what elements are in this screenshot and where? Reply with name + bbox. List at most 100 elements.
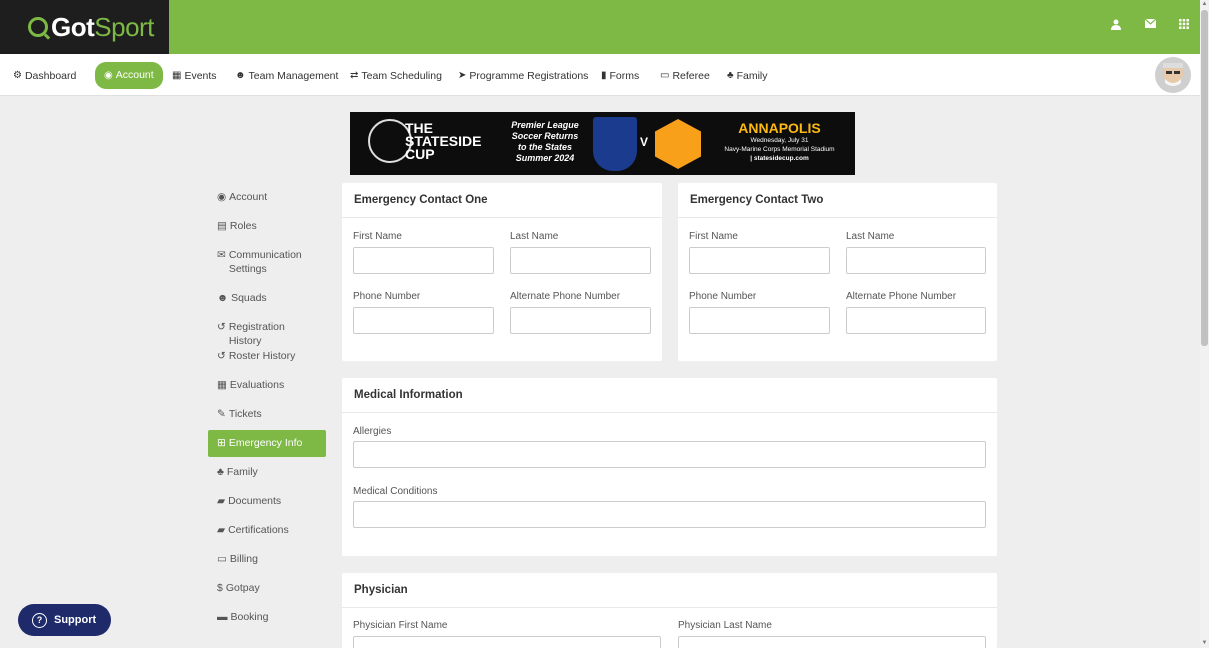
banner-tagline: Premier League Soccer Returns to the Sta… xyxy=(511,120,579,163)
page-scrollbar[interactable]: ▲ ▼ xyxy=(1200,0,1209,648)
banner-title: THE STATESIDE CUP xyxy=(405,120,482,162)
contact-one-alt-phone-input[interactable] xyxy=(510,307,651,334)
bed-icon: ▬ xyxy=(217,611,228,623)
nav-family[interactable]: ♣ Family xyxy=(727,65,767,87)
id-card-icon: ▤ xyxy=(217,220,227,232)
field-label: Phone Number xyxy=(689,291,757,302)
panel-title: Physician xyxy=(342,573,997,608)
account-side-menu: ◉ Account ▤ Roles ✉ Communication Settings … xyxy=(208,183,326,632)
field-label: Last Name xyxy=(510,231,559,242)
contact-two-alt-phone-input[interactable] xyxy=(846,307,986,334)
field-label: Last Name xyxy=(846,231,895,242)
gotsport-logo[interactable]: GotSport xyxy=(0,0,169,54)
nav-team-management[interactable]: ☻ Team Management xyxy=(235,65,338,87)
side-item-billing[interactable]: ▭ Billing xyxy=(208,545,326,574)
main-nav: ⚙ Dashboard ◉ Account ▦ Events ☻ Team Manage… xyxy=(0,54,1200,96)
calendar-check-icon: ▦ xyxy=(217,379,227,391)
stateside-cup-banner[interactable]: THE STATESIDE CUP Premier League Soccer … xyxy=(350,112,855,175)
field-label: Alternate Phone Number xyxy=(510,291,621,302)
envelope-icon: ✉ xyxy=(217,249,226,261)
scroll-down-arrow-icon[interactable]: ▼ xyxy=(1200,639,1209,648)
side-item-squads[interactable]: ☻ Squads xyxy=(208,284,326,313)
side-item-documents[interactable]: ▰ Documents xyxy=(208,487,326,516)
exchange-icon: ⇄ xyxy=(350,70,359,81)
emergency-contact-two-panel: Emergency Contact Two First Name Last Na… xyxy=(678,183,997,361)
panel-title: Medical Information xyxy=(342,378,997,413)
contact-one-last-name-input[interactable] xyxy=(510,247,651,274)
users-icon: ☻ xyxy=(217,292,229,304)
calendar-icon: ▭ xyxy=(660,70,670,81)
history-icon: ↺ xyxy=(217,321,226,333)
physician-last-name-input[interactable] xyxy=(678,636,986,648)
contact-two-first-name-input[interactable] xyxy=(689,247,830,274)
folder-icon: ▰ xyxy=(217,495,226,507)
top-header: GotSport xyxy=(0,0,1200,54)
folder-icon: ▰ xyxy=(217,524,226,536)
nav-account[interactable]: ◉ Account xyxy=(95,62,163,89)
contact-one-phone-input[interactable] xyxy=(353,307,494,334)
users-icon: ☻ xyxy=(235,70,246,81)
side-item-registration-history[interactable]: ↺ Registration History xyxy=(208,313,326,347)
contact-two-last-name-input[interactable] xyxy=(846,247,986,274)
sitemap-icon: ♣ xyxy=(727,70,734,81)
physician-panel: Physician Physician First Name Physician… xyxy=(342,573,997,648)
physician-first-name-input[interactable] xyxy=(353,636,661,648)
side-item-emergency-info[interactable]: ⊞ Emergency Info xyxy=(208,430,326,457)
file-icon: ▮ xyxy=(601,70,607,81)
side-item-evaluations[interactable]: ▦ Evaluations xyxy=(208,371,326,400)
paper-plane-icon: ➤ xyxy=(458,70,467,81)
nav-events[interactable]: ▦ Events xyxy=(172,65,217,87)
side-item-communication-settings[interactable]: ✉ Communication Settings xyxy=(208,241,326,284)
calendar-icon: ▦ xyxy=(172,70,182,81)
credit-card-icon: ▭ xyxy=(217,553,227,565)
field-label: Phone Number xyxy=(353,291,421,302)
user-circle-icon: ◉ xyxy=(104,70,113,81)
banner-event-info: ANNAPOLIS Wednesday, July 31 Navy-Marine… xyxy=(724,120,835,162)
avatar[interactable] xyxy=(1155,57,1191,93)
nav-forms[interactable]: ▮ Forms xyxy=(601,65,639,87)
field-label: Medical Conditions xyxy=(353,486,438,497)
scroll-up-arrow-icon[interactable]: ▲ xyxy=(1200,0,1209,9)
nav-programme-registrations[interactable]: ➤ Programme Registrations xyxy=(458,65,588,87)
side-item-tickets[interactable]: ✎ Tickets xyxy=(208,400,326,429)
dollar-icon: $ xyxy=(217,582,223,594)
field-label: Physician First Name xyxy=(353,620,448,631)
side-item-gotpay[interactable]: $ Gotpay xyxy=(208,574,326,603)
plus-square-icon: ⊞ xyxy=(217,437,226,449)
help-circle-icon: ? xyxy=(32,612,47,628)
support-button[interactable]: ? Support xyxy=(18,604,111,636)
panel-title: Emergency Contact Two xyxy=(678,183,997,218)
emergency-contact-one-panel: Emergency Contact One First Name Last Na… xyxy=(342,183,662,361)
allergies-input[interactable] xyxy=(353,441,986,468)
nav-dashboard[interactable]: ⚙ Dashboard xyxy=(13,65,76,87)
contact-two-phone-input[interactable] xyxy=(689,307,830,334)
field-label: First Name xyxy=(689,231,738,242)
side-item-roles[interactable]: ▤ Roles xyxy=(208,212,326,241)
medical-conditions-input[interactable] xyxy=(353,501,986,528)
sitemap-icon: ♣ xyxy=(217,466,224,478)
grid-icon[interactable] xyxy=(1178,19,1190,31)
side-item-certifications[interactable]: ▰ Certifications xyxy=(208,516,326,545)
ticket-icon: ✎ xyxy=(217,408,226,420)
field-label: First Name xyxy=(353,231,402,242)
side-item-family[interactable]: ♣ Family xyxy=(208,458,326,487)
side-item-booking[interactable]: ▬ Booking xyxy=(208,603,326,632)
user-icon[interactable] xyxy=(1110,19,1122,31)
field-label: Alternate Phone Number xyxy=(846,291,957,302)
user-circle-icon: ◉ xyxy=(217,191,227,203)
panel-title: Emergency Contact One xyxy=(342,183,662,218)
nav-referee[interactable]: ▭ Referee xyxy=(660,65,710,87)
field-label: Allergies xyxy=(353,426,392,437)
side-item-account[interactable]: ◉ Account xyxy=(208,183,326,212)
wolves-crest-icon xyxy=(655,119,701,169)
scrollbar-thumb[interactable] xyxy=(1201,10,1208,346)
dashboard-icon: ⚙ xyxy=(13,70,22,81)
banner-versus: V xyxy=(640,135,649,149)
logo-mark-icon xyxy=(28,17,48,37)
contact-one-first-name-input[interactable] xyxy=(353,247,494,274)
mail-icon[interactable] xyxy=(1144,18,1156,31)
nav-team-scheduling[interactable]: ⇄ Team Scheduling xyxy=(350,65,442,87)
history-icon: ↺ xyxy=(217,350,226,362)
medical-information-panel: Medical Information Allergies Medical Co… xyxy=(342,378,997,556)
crystal-palace-crest-icon xyxy=(593,117,637,171)
